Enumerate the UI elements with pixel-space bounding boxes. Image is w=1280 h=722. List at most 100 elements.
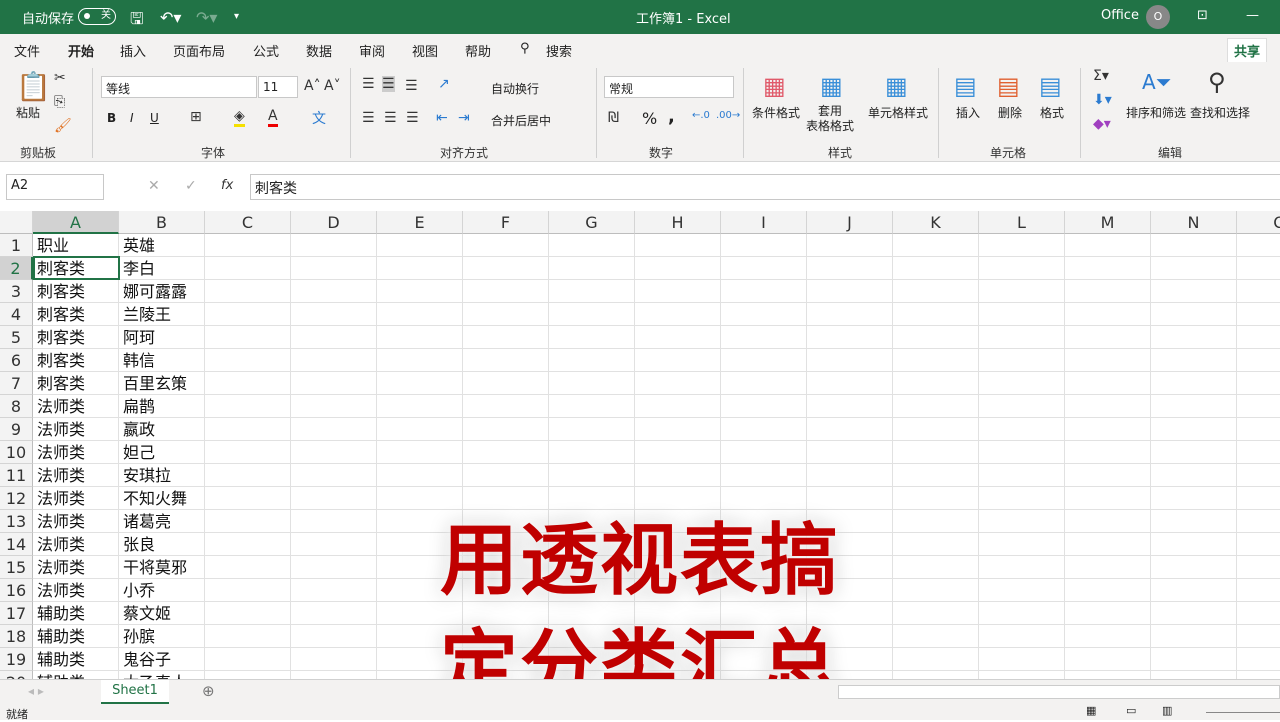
cell-M17[interactable] [1065, 602, 1151, 625]
cell-K1[interactable] [893, 234, 979, 257]
cell-M15[interactable] [1065, 556, 1151, 579]
save-icon[interactable]: 🖫 [130, 8, 144, 35]
conditional-format-icon[interactable]: ▦ [763, 72, 786, 100]
cell-M14[interactable] [1065, 533, 1151, 556]
cell-O18[interactable] [1237, 625, 1280, 648]
cell-N12[interactable] [1151, 487, 1237, 510]
cell-K18[interactable] [893, 625, 979, 648]
cell-D19[interactable] [291, 648, 377, 671]
column-header-A[interactable]: A [33, 211, 119, 234]
row-header-5[interactable]: 5 [0, 326, 33, 349]
row-header-19[interactable]: 19 [0, 648, 33, 671]
align-middle-icon[interactable]: ☰ [382, 76, 395, 92]
font-name-select[interactable]: 等线 [101, 76, 257, 98]
cell-N16[interactable] [1151, 579, 1237, 602]
cell-C20[interactable] [205, 671, 291, 679]
cell-A17[interactable]: 辅助类 [33, 602, 119, 625]
search-icon[interactable]: ⚲ [520, 41, 530, 56]
cell-G7[interactable] [549, 372, 635, 395]
copy-icon[interactable]: ⎘ [54, 94, 65, 110]
cell-D15[interactable] [291, 556, 377, 579]
conditional-format-button[interactable]: 条件格式 [752, 104, 800, 121]
cell-B20[interactable]: 太乙真人 [119, 671, 205, 679]
cell-M1[interactable] [1065, 234, 1151, 257]
cell-M16[interactable] [1065, 579, 1151, 602]
column-header-F[interactable]: F [463, 211, 549, 234]
cell-G3[interactable] [549, 280, 635, 303]
cell-J5[interactable] [807, 326, 893, 349]
tab-file[interactable]: 文件 [14, 41, 40, 60]
cell-L10[interactable] [979, 441, 1065, 464]
cell-O11[interactable] [1237, 464, 1280, 487]
cell-C8[interactable] [205, 395, 291, 418]
cell-F6[interactable] [463, 349, 549, 372]
column-header-H[interactable]: H [635, 211, 721, 234]
cell-H7[interactable] [635, 372, 721, 395]
search-button[interactable]: 搜索 [546, 41, 572, 60]
cell-L3[interactable] [979, 280, 1065, 303]
cell-C3[interactable] [205, 280, 291, 303]
cell-C19[interactable] [205, 648, 291, 671]
cell-O13[interactable] [1237, 510, 1280, 533]
cell-C10[interactable] [205, 441, 291, 464]
cell-C12[interactable] [205, 487, 291, 510]
cell-B5[interactable]: 阿珂 [119, 326, 205, 349]
cell-J7[interactable] [807, 372, 893, 395]
percent-button[interactable]: % [642, 109, 657, 128]
cell-D3[interactable] [291, 280, 377, 303]
cell-E1[interactable] [377, 234, 463, 257]
row-header-13[interactable]: 13 [0, 510, 33, 533]
select-all-corner[interactable] [0, 211, 33, 234]
avatar[interactable]: O [1146, 5, 1170, 29]
cell-D12[interactable] [291, 487, 377, 510]
cell-styles-button[interactable]: 单元格样式 [868, 104, 928, 121]
minimize-icon[interactable]: — [1246, 8, 1259, 23]
cell-A19[interactable]: 辅助类 [33, 648, 119, 671]
row-header-9[interactable]: 9 [0, 418, 33, 441]
cell-F7[interactable] [463, 372, 549, 395]
cell-M18[interactable] [1065, 625, 1151, 648]
cell-A10[interactable]: 法师类 [33, 441, 119, 464]
font-color-icon[interactable]: A [268, 108, 278, 127]
cell-O12[interactable] [1237, 487, 1280, 510]
cell-N3[interactable] [1151, 280, 1237, 303]
cell-M20[interactable] [1065, 671, 1151, 679]
italic-button[interactable]: I [130, 111, 134, 125]
cell-A6[interactable]: 刺客类 [33, 349, 119, 372]
cell-B11[interactable]: 安琪拉 [119, 464, 205, 487]
cell-N18[interactable] [1151, 625, 1237, 648]
account-name[interactable]: Office [1101, 8, 1139, 23]
cell-N8[interactable] [1151, 395, 1237, 418]
cell-F3[interactable] [463, 280, 549, 303]
cell-B14[interactable]: 张良 [119, 533, 205, 556]
cell-F10[interactable] [463, 441, 549, 464]
cell-E5[interactable] [377, 326, 463, 349]
cell-K9[interactable] [893, 418, 979, 441]
column-header-O[interactable]: O [1237, 211, 1280, 234]
column-header-B[interactable]: B [119, 211, 205, 234]
format-as-table-button[interactable]: 套用 表格格式 [806, 104, 854, 134]
cell-K4[interactable] [893, 303, 979, 326]
cell-N4[interactable] [1151, 303, 1237, 326]
tab-view[interactable]: 视图 [412, 41, 438, 60]
cell-O16[interactable] [1237, 579, 1280, 602]
cell-L1[interactable] [979, 234, 1065, 257]
cell-M13[interactable] [1065, 510, 1151, 533]
cell-I6[interactable] [721, 349, 807, 372]
cell-B3[interactable]: 娜可露露 [119, 280, 205, 303]
cell-I3[interactable] [721, 280, 807, 303]
cell-F9[interactable] [463, 418, 549, 441]
cell-B2[interactable]: 李白 [119, 257, 205, 280]
cell-N7[interactable] [1151, 372, 1237, 395]
row-header-10[interactable]: 10 [0, 441, 33, 464]
cell-K2[interactable] [893, 257, 979, 280]
redo-icon[interactable]: ↷▾ [196, 8, 217, 27]
cell-L4[interactable] [979, 303, 1065, 326]
normal-view-icon[interactable]: ▦ [1086, 704, 1096, 717]
align-center-icon[interactable]: ☰ [384, 110, 397, 126]
cell-F11[interactable] [463, 464, 549, 487]
cell-L12[interactable] [979, 487, 1065, 510]
cell-K7[interactable] [893, 372, 979, 395]
cell-C5[interactable] [205, 326, 291, 349]
cell-N17[interactable] [1151, 602, 1237, 625]
